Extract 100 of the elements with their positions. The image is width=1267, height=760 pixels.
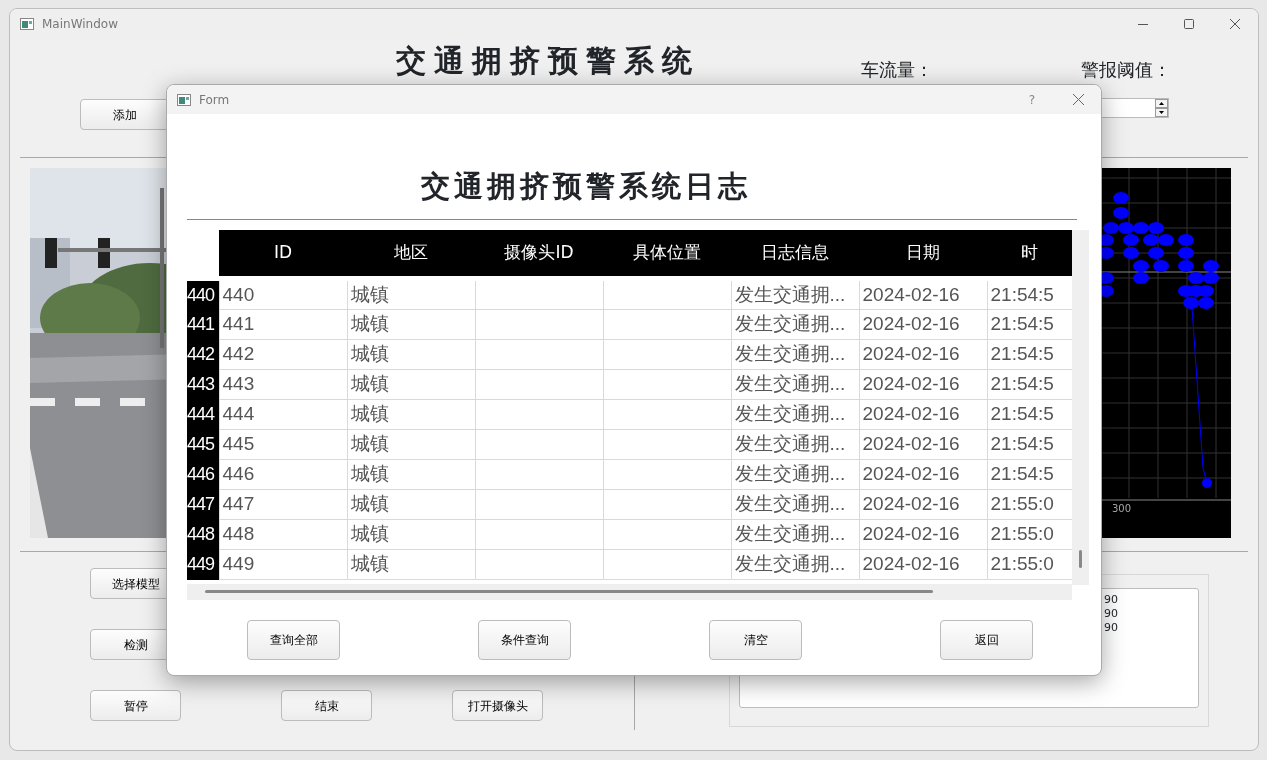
table-cell: 城镇: [347, 339, 475, 370]
dialog-button[interactable]: 清空: [709, 620, 802, 660]
log-line: 90: [1104, 593, 1119, 607]
table-cell: 城镇: [347, 519, 475, 550]
app-icon: [20, 18, 34, 30]
column-header[interactable]: 摄像头ID: [475, 230, 603, 278]
table-cell: 城镇: [347, 459, 475, 490]
window-title: Form: [199, 91, 230, 109]
data-point: [1158, 234, 1174, 246]
column-header[interactable]: 日志信息: [731, 230, 859, 278]
table-cell: 发生交通拥...: [731, 369, 859, 400]
traffic-label: 车流量：: [861, 59, 934, 81]
table-cell: 发生交通拥...: [731, 519, 859, 550]
threshold-spinbox[interactable]: [1101, 98, 1169, 118]
vertical-scrollbar[interactable]: [1072, 230, 1089, 585]
row-header[interactable]: 446: [187, 459, 219, 490]
app-icon: [177, 93, 191, 106]
table-cell: 城镇: [347, 489, 475, 520]
dialog-button[interactable]: 查询全部: [247, 620, 340, 660]
dialog-heading: 交通拥挤预警系统日志: [421, 168, 752, 205]
table-cell: 城镇: [347, 429, 475, 460]
data-point: [1178, 260, 1194, 272]
data-point: [1113, 192, 1129, 204]
data-point: [1133, 222, 1149, 234]
data-point: [1202, 478, 1212, 488]
table-cell: 449: [219, 549, 347, 580]
table-cell: 城镇: [347, 399, 475, 430]
data-point: [1203, 272, 1219, 284]
row-header[interactable]: 441: [187, 309, 219, 340]
table-cell: 440: [219, 278, 347, 310]
table-cell: 2024-02-16: [859, 369, 987, 400]
horizontal-scrollbar[interactable]: [187, 584, 1072, 600]
column-header[interactable]: 地区: [347, 230, 475, 278]
row-header[interactable]: 447: [187, 489, 219, 520]
column-header[interactable]: 时: [987, 230, 1072, 278]
table-cell: 发生交通拥...: [731, 399, 859, 430]
data-point: [1133, 260, 1149, 272]
table-cell: 2024-02-16: [859, 489, 987, 520]
data-point: [1143, 234, 1159, 246]
row-header[interactable]: 445: [187, 429, 219, 460]
table-cell: 2024-02-16: [859, 309, 987, 340]
table-cell: 发生交通拥...: [731, 489, 859, 520]
table-cell: 发生交通拥...: [731, 459, 859, 490]
table-cell: 441: [219, 309, 347, 340]
control-button[interactable]: 暂停: [90, 690, 181, 721]
table-cell: 发生交通拥...: [731, 339, 859, 370]
table-cell: 2024-02-16: [859, 459, 987, 490]
table-cell: 发生交通拥...: [731, 549, 859, 580]
table-cell: 城镇: [347, 278, 475, 310]
data-point: [1133, 272, 1149, 284]
table-cell: 城镇: [347, 369, 475, 400]
data-point: [1178, 247, 1194, 259]
data-point: [1123, 247, 1139, 259]
data-point: [1123, 234, 1139, 246]
row-header[interactable]: 448: [187, 519, 219, 550]
table-cell: 城镇: [347, 549, 475, 580]
control-button[interactable]: 结束: [281, 690, 372, 721]
close-icon: [1230, 19, 1240, 29]
table-cell: 442: [219, 339, 347, 370]
table-cell: 2024-02-16: [859, 339, 987, 370]
data-point: [1148, 222, 1164, 234]
column-header[interactable]: 具体位置: [603, 230, 731, 278]
log-line: 90: [1104, 607, 1119, 621]
table-cell: 发生交通拥...: [731, 278, 859, 310]
row-header[interactable]: 449: [187, 549, 219, 580]
data-point: [1198, 297, 1214, 309]
maximize-icon: [1184, 19, 1194, 29]
dialog-button[interactable]: 返回: [940, 620, 1033, 660]
threshold-label: 警报阈值：: [1081, 59, 1171, 81]
table-cell: 2024-02-16: [859, 519, 987, 550]
window-title: MainWindow: [42, 16, 118, 33]
table-cell: 2024-02-16: [859, 549, 987, 580]
table-cell: 发生交通拥...: [731, 309, 859, 340]
data-point: [1118, 222, 1134, 234]
table-cell: 城镇: [347, 309, 475, 340]
table-cell: 2024-02-16: [859, 399, 987, 430]
data-point: [1103, 222, 1119, 234]
table-cell: 2024-02-16: [859, 278, 987, 310]
data-point: [1153, 260, 1169, 272]
data-point: [1198, 285, 1214, 297]
dialog-button[interactable]: 条件查询: [478, 620, 571, 660]
close-icon: [1072, 94, 1084, 105]
column-header[interactable]: ID: [219, 230, 347, 278]
data-point: [1188, 272, 1204, 284]
row-header[interactable]: 442: [187, 339, 219, 370]
table-cell: 443: [219, 369, 347, 400]
data-point: [1183, 297, 1199, 309]
table-cell: 447: [219, 489, 347, 520]
axis-tick-label: 300: [1112, 503, 1132, 514]
table-cell: 发生交通拥...: [731, 429, 859, 460]
row-header[interactable]: 444: [187, 399, 219, 430]
row-header[interactable]: 443: [187, 369, 219, 400]
table-cell: 448: [219, 519, 347, 550]
log-line: 90: [1104, 621, 1119, 635]
table-cell: 445: [219, 429, 347, 460]
control-button[interactable]: 打开摄像头: [452, 690, 543, 721]
data-point: [1178, 234, 1194, 246]
table-cell: 444: [219, 399, 347, 430]
column-header[interactable]: 日期: [859, 230, 987, 278]
data-point: [1203, 260, 1219, 272]
